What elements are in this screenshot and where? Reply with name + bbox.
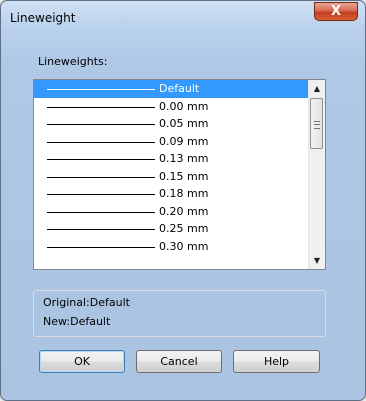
line-sample	[47, 124, 155, 125]
list-item[interactable]: 0.30 mm	[34, 238, 308, 256]
close-icon: X	[330, 4, 342, 19]
list-item[interactable]: 0.20 mm	[34, 203, 308, 221]
list-item-label: 0.05 mm	[159, 117, 209, 130]
list-item-default[interactable]: Default	[34, 80, 308, 98]
line-sample	[47, 194, 155, 195]
lineweights-label: Lineweights:	[38, 55, 108, 68]
line-sample	[47, 106, 155, 108]
original-value: Original:Default	[43, 296, 130, 309]
list-item-label: 0.20 mm	[159, 204, 209, 218]
list-item-label: Default	[159, 82, 200, 95]
close-button[interactable]: X	[314, 2, 358, 21]
lineweight-info-group: Original:Default New:Default	[33, 290, 326, 337]
list-item[interactable]: 0.05 mm	[34, 115, 308, 133]
cancel-button[interactable]: Cancel	[136, 350, 222, 373]
lineweight-list-items: Default 0.00 mm 0.05 mm 0.09 mm 0.13 mm …	[34, 80, 308, 269]
scroll-down-icon[interactable]: ▼	[309, 252, 325, 269]
list-item[interactable]: 0.00 mm	[34, 98, 308, 116]
list-item-label: 0.15 mm	[159, 169, 209, 183]
list-item[interactable]: 0.09 mm	[34, 133, 308, 151]
list-item[interactable]: 0.18 mm	[34, 185, 308, 203]
line-sample	[47, 176, 155, 178]
line-sample	[47, 246, 155, 248]
list-item-label: 0.00 mm	[159, 99, 209, 113]
ok-button[interactable]: OK	[39, 350, 125, 373]
list-item-label: 0.25 mm	[159, 222, 209, 235]
line-sample	[47, 211, 155, 213]
list-item[interactable]: 0.15 mm	[34, 168, 308, 186]
line-sample	[47, 229, 155, 230]
list-item-label: 0.30 mm	[159, 239, 209, 253]
list-item-label: 0.09 mm	[159, 134, 209, 148]
list-item[interactable]: 0.13 mm	[34, 150, 308, 168]
vertical-scrollbar[interactable]: ▲ ▼	[308, 80, 325, 269]
lineweight-listbox[interactable]: Default 0.00 mm 0.05 mm 0.09 mm 0.13 mm …	[33, 79, 326, 270]
list-item-label: 0.13 mm	[159, 152, 209, 165]
help-button[interactable]: Help	[233, 350, 320, 373]
line-sample	[47, 89, 155, 90]
new-value: New:Default	[43, 315, 111, 328]
grip-icon	[314, 121, 320, 129]
line-sample	[47, 159, 155, 160]
scrollbar-thumb[interactable]	[310, 98, 323, 149]
line-sample	[47, 141, 155, 143]
list-item-label: 0.18 mm	[159, 187, 209, 200]
scroll-up-icon[interactable]: ▲	[309, 80, 325, 97]
list-item[interactable]: 0.25 mm	[34, 220, 308, 238]
window-title: Lineweight	[10, 11, 76, 25]
